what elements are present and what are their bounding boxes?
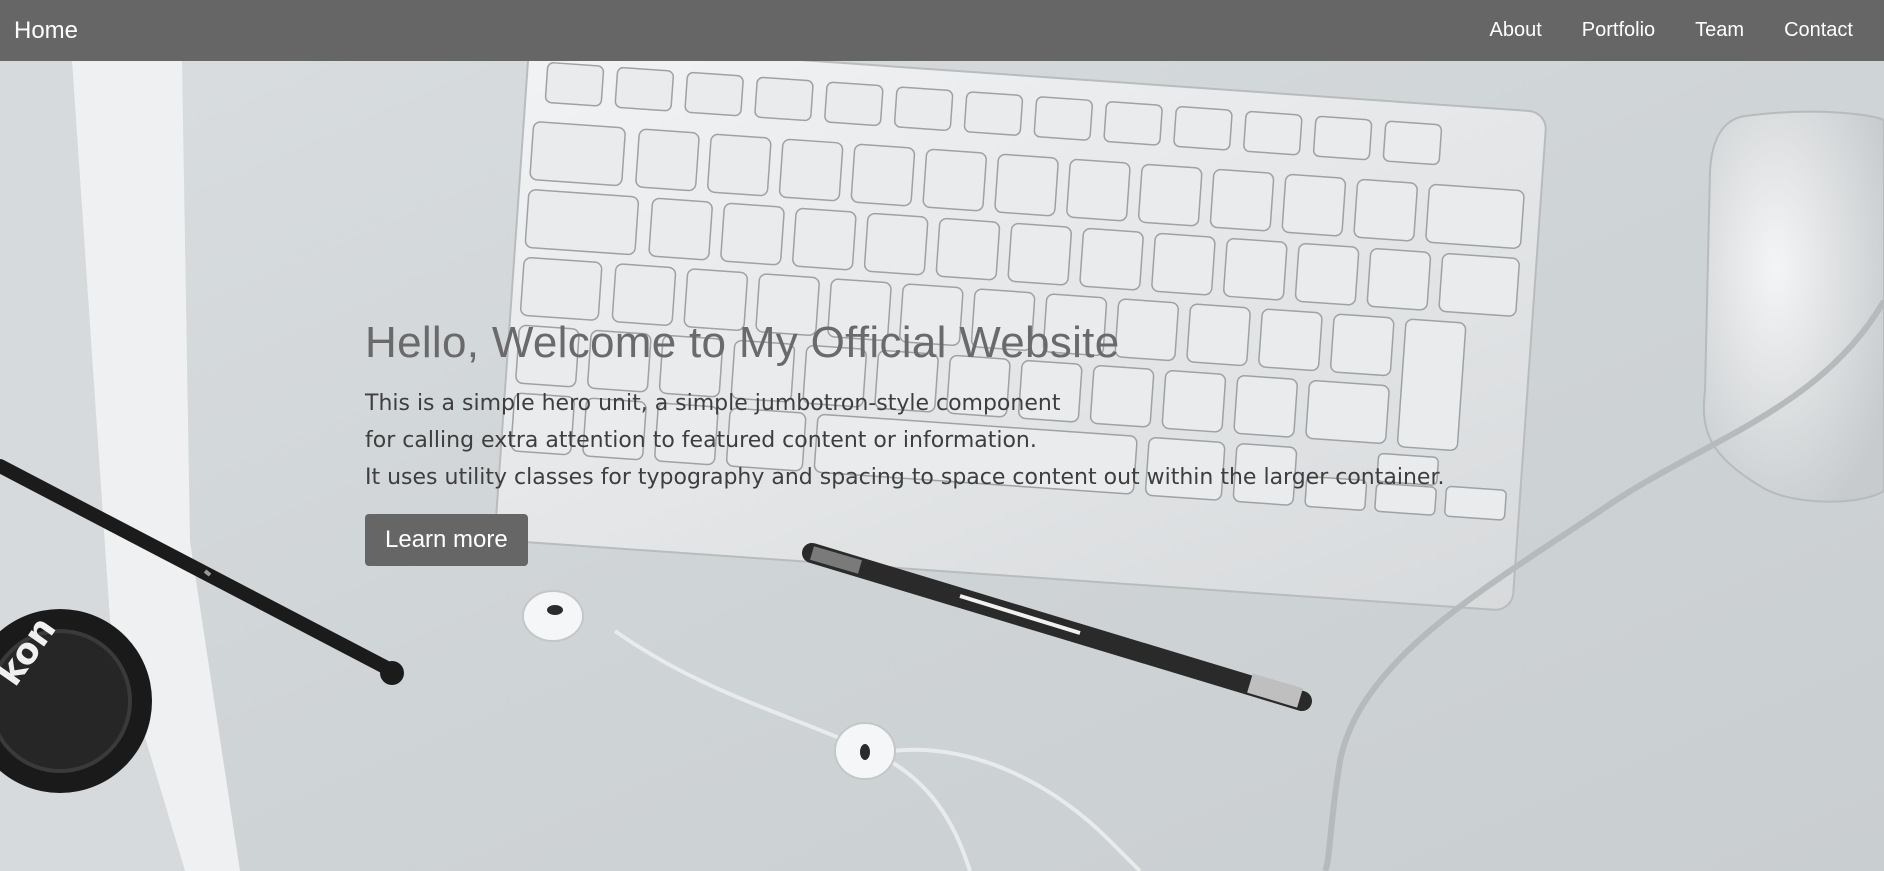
hero-title: Hello, Welcome to My Official Website: [365, 318, 1120, 367]
hero-lead: This is a simple hero unit, a simple jum…: [365, 385, 1444, 496]
nav-link-about[interactable]: About: [1490, 19, 1542, 42]
hero-content: Hello, Welcome to My Official Website Th…: [365, 318, 1444, 567]
home-link[interactable]: Home: [14, 17, 78, 45]
hero-section: kon Hello, Welcome to My Official Websit…: [0, 61, 1884, 871]
nav-link-portfolio[interactable]: Portfolio: [1582, 19, 1655, 42]
nav-link-team[interactable]: Team: [1695, 19, 1744, 42]
hero-lead-line: for calling extra attention to featured …: [365, 428, 1037, 454]
hero-lead-line: It uses utility classes for typography a…: [365, 465, 1445, 491]
hero-lead-line: This is a simple hero unit, a simple jum…: [365, 391, 1061, 417]
nav-link-contact[interactable]: Contact: [1784, 19, 1853, 42]
learn-more-button[interactable]: Learn more: [365, 514, 528, 567]
nav-links: About Portfolio Team Contact: [1490, 19, 1853, 42]
navbar: Home About Portfolio Team Contact: [0, 0, 1884, 61]
